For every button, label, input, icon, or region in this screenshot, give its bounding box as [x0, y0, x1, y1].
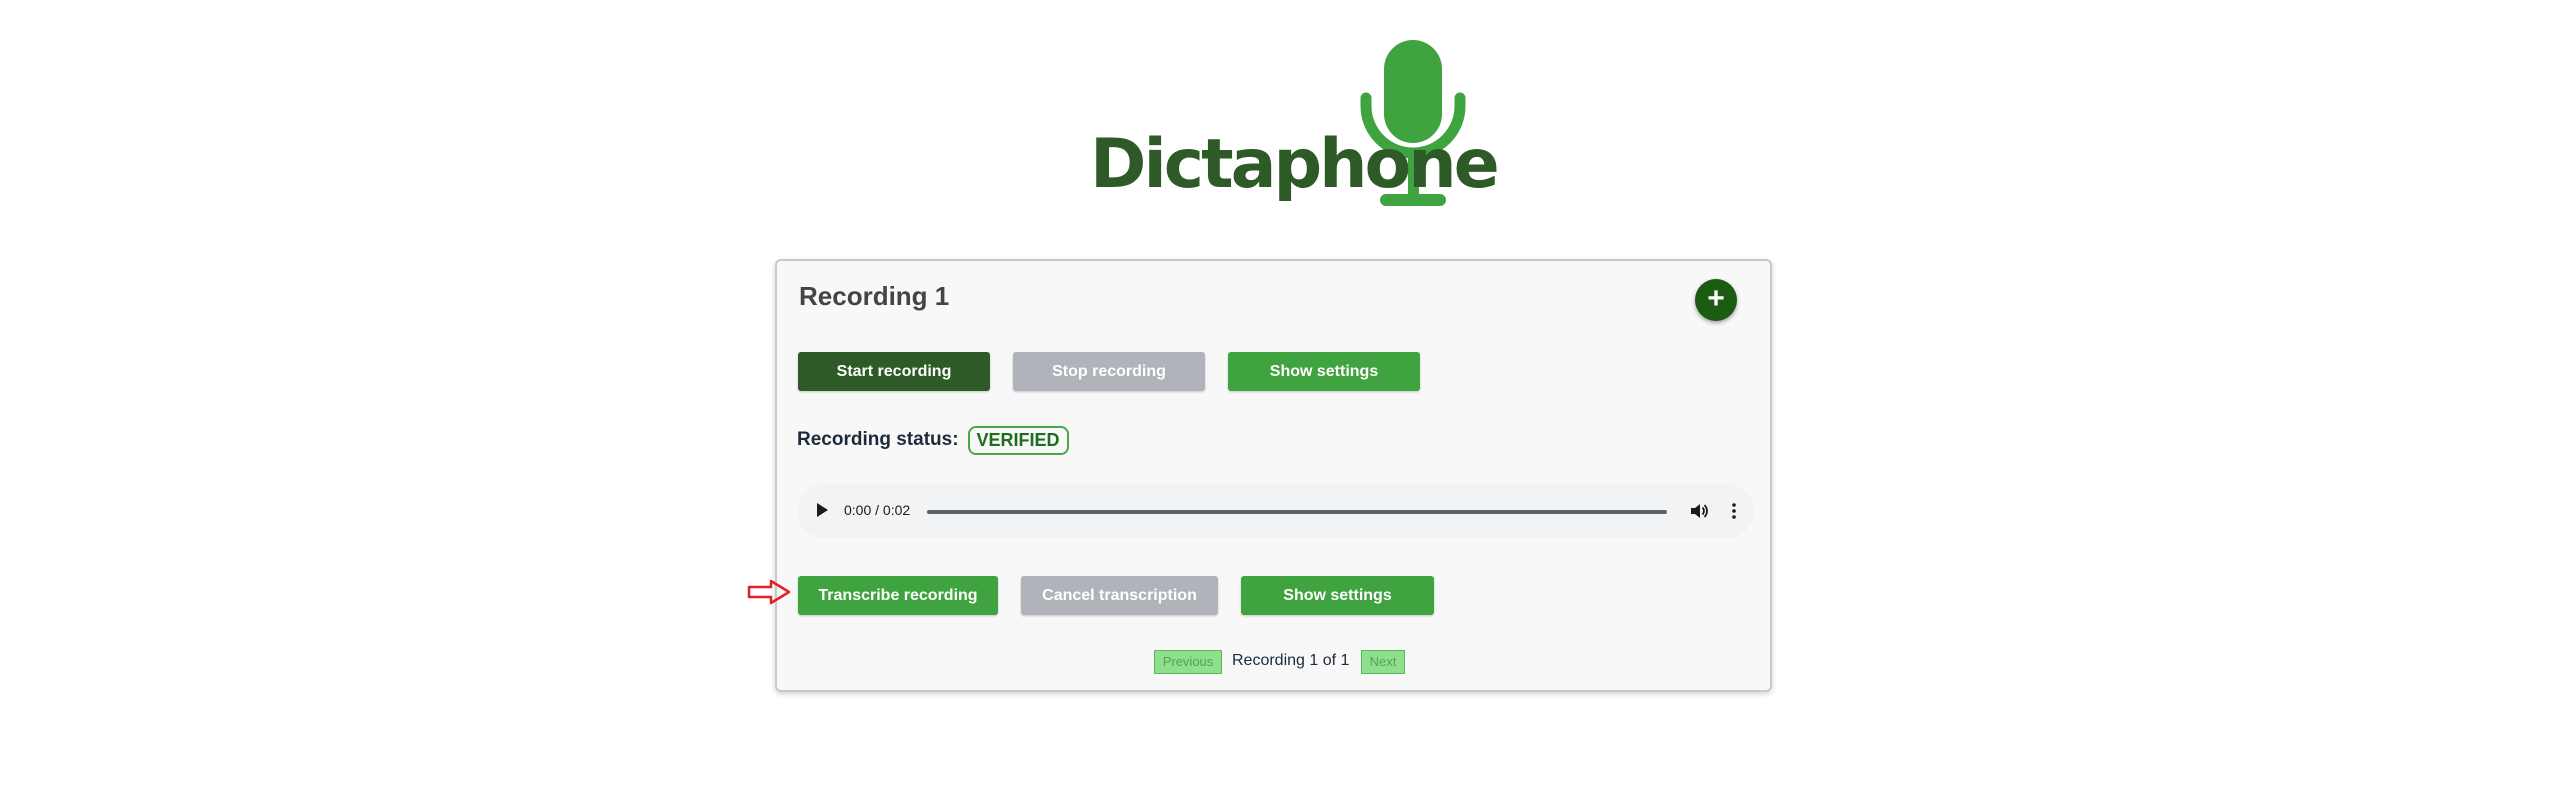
logo-text: Dictaphone [1090, 125, 1500, 204]
show-transcription-settings-button[interactable]: Show settings [1241, 576, 1434, 615]
recording-card: Recording 1 + Start recording Stop recor… [775, 259, 1772, 692]
recording-status: Recording status: VERIFIED [797, 424, 1069, 456]
show-recording-settings-button[interactable]: Show settings [1228, 352, 1420, 391]
pagination: Previous Recording 1 of 1 Next [777, 650, 1770, 676]
more-options-icon[interactable] [1724, 501, 1744, 521]
status-label: Recording status: [797, 429, 959, 450]
arrow-right-icon [747, 579, 791, 605]
volume-icon[interactable] [1689, 501, 1709, 521]
cancel-transcription-button[interactable]: Cancel transcription [1021, 576, 1218, 615]
dictaphone-logo: Dictaphone [1090, 36, 1500, 216]
previous-button[interactable]: Previous [1154, 650, 1222, 674]
start-recording-button[interactable]: Start recording [798, 352, 990, 391]
pagination-text: Recording 1 of 1 [1232, 652, 1350, 669]
transcribe-recording-button[interactable]: Transcribe recording [798, 576, 998, 615]
status-badge: VERIFIED [967, 425, 1069, 455]
add-recording-button[interactable]: + [1695, 279, 1737, 321]
audio-player: 0:00 / 0:02 [797, 484, 1754, 538]
play-icon[interactable] [817, 503, 828, 517]
seek-bar[interactable] [927, 510, 1667, 514]
stop-recording-button[interactable]: Stop recording [1013, 352, 1205, 391]
player-time: 0:00 / 0:02 [844, 502, 911, 518]
next-button[interactable]: Next [1361, 650, 1405, 674]
recording-title: Recording 1 [799, 281, 950, 311]
